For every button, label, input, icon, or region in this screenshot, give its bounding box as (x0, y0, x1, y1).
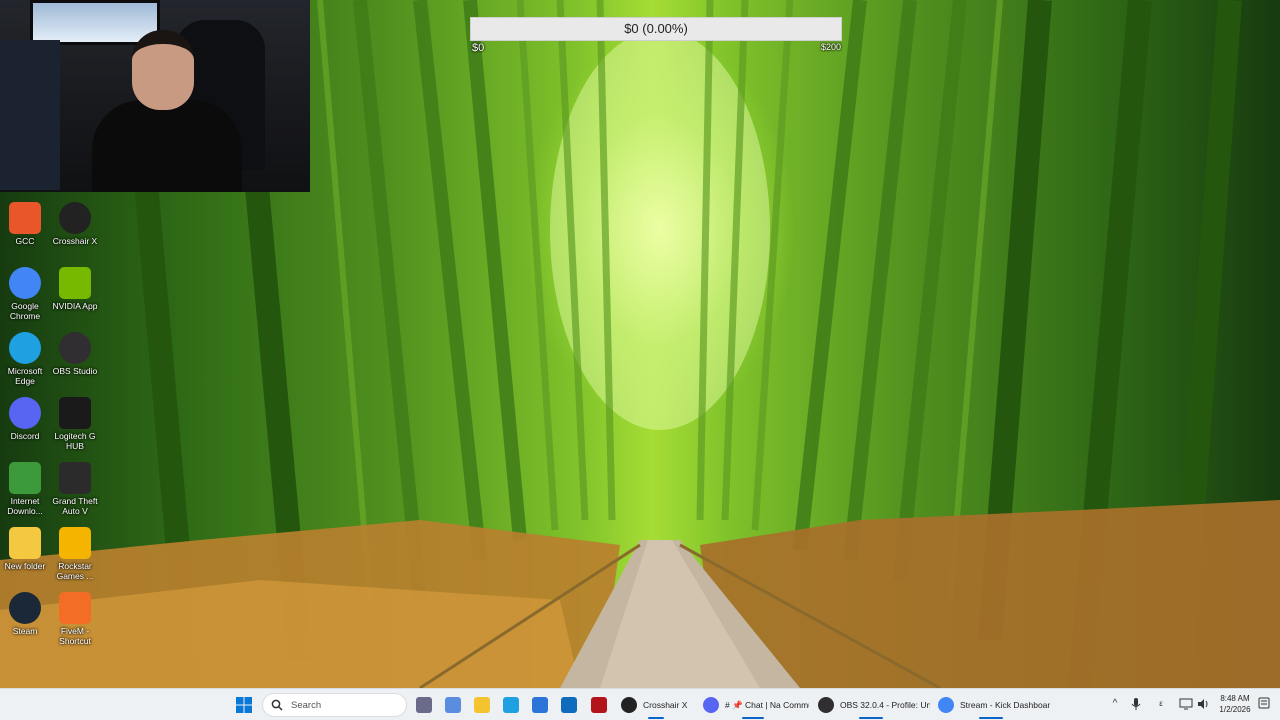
logitech-g-hub-icon (59, 397, 91, 429)
nvidia-app-icon (59, 267, 91, 299)
start-button[interactable] (236, 689, 252, 720)
show-hidden-icons-chevron-icon[interactable]: ^ (1108, 697, 1122, 711)
desktop-shortcut-label: GCC (15, 236, 35, 246)
taskbar-pinned-red-app[interactable] (591, 689, 607, 720)
folder-icon (9, 527, 41, 559)
desktop-shortcut-label: Grand Theft Auto V (52, 496, 98, 516)
cpu-app-icon (416, 697, 432, 713)
google-chrome-icon (9, 267, 41, 299)
taskbar-search-box[interactable]: Search (262, 693, 407, 717)
desktop-shortcut-obs-studio[interactable]: OBS Studio (50, 332, 100, 376)
search-icon (271, 699, 283, 711)
background-shelf (0, 40, 60, 190)
taskbar-pinned-file-explorer[interactable] (474, 689, 490, 720)
taskbar-app-label: Crosshair X (643, 700, 688, 710)
outlook-icon (561, 697, 577, 713)
file-explorer-icon (474, 697, 490, 713)
steam-icon (9, 592, 41, 624)
desktop-shortcut-nvidia-app[interactable]: NVIDIA App (50, 267, 100, 311)
microsoft-edge-icon (9, 332, 41, 364)
desktop-shortcut-fivem[interactable]: FiveM - Shortcut (50, 592, 100, 646)
taskbar-app-label: # 📌 Chat | Na Commu (725, 699, 809, 710)
desktop-shortcut-label: Logitech G HUB (54, 431, 96, 451)
volume-icon[interactable] (1196, 697, 1210, 711)
desktop-shortcut-grand-theft-auto-v[interactable]: Grand Theft Auto V (50, 462, 100, 516)
crosshair-x-icon (621, 697, 637, 713)
fivem-icon (59, 592, 91, 624)
donation-goal-text: $0 (0.00%) (624, 21, 688, 36)
taskbar-pinned-cpu-app[interactable] (416, 689, 432, 720)
desktop-shortcut-rockstar-games[interactable]: Rockstar Games ... (50, 527, 100, 581)
clock-date: 1/2/2026 (1219, 705, 1251, 714)
gcc-icon (9, 202, 41, 234)
streamer-body (92, 100, 242, 192)
search-placeholder: Search (291, 699, 322, 711)
desktop-shortcut-folder[interactable]: New folder (0, 527, 50, 571)
desktop-shortcut-gcc[interactable]: GCC (0, 202, 50, 246)
taskbar-app-label: OBS 32.0.4 - Profile: Unt (840, 700, 930, 710)
crosshair-x-icon (59, 202, 91, 234)
desktop-shortcut-discord[interactable]: Discord (0, 397, 50, 441)
windows-logo-icon (236, 697, 252, 713)
discord-icon (9, 397, 41, 429)
chrome-icon (938, 697, 954, 713)
microphone-icon[interactable] (1129, 697, 1143, 711)
input-language-icon[interactable]: ε (1154, 697, 1168, 711)
grand-theft-auto-v-icon (59, 462, 91, 494)
store-icon (532, 697, 548, 713)
taskbar-crosshair-x[interactable]: Crosshair X (615, 691, 697, 719)
obs-icon (818, 697, 834, 713)
desktop-shortcut-label: Crosshair X (52, 236, 98, 246)
taskbar-chrome[interactable]: Stream - Kick Dashboar (932, 691, 1050, 719)
desktop-shortcut-label: Rockstar Games ... (56, 561, 94, 581)
clock-time: 8:48 AM (1220, 694, 1250, 703)
streamer-head (132, 30, 194, 110)
desktop-shortcut-label: FiveM - Shortcut (59, 626, 91, 646)
desktop-shortcut-label: OBS Studio (52, 366, 98, 376)
desktop-shortcut-internet-download-manager[interactable]: Internet Downlo... (0, 462, 50, 516)
desktop-shortcut-label: Internet Downlo... (7, 496, 43, 516)
notifications-icon[interactable] (1257, 697, 1271, 711)
donation-goal-max: $200 (821, 42, 842, 52)
taskbar-pinned-outlook[interactable] (561, 689, 577, 720)
taskbar-pinned-store[interactable] (532, 689, 548, 720)
donation-goal-bar: $0 (0.00%) (470, 17, 842, 41)
desktop-shortcut-crosshair-x[interactable]: Crosshair X (50, 202, 100, 246)
taskbar-app-label: Stream - Kick Dashboar (960, 700, 1050, 710)
webcam-overlay (0, 0, 310, 192)
donation-goal-min: $0 (472, 42, 485, 54)
desktop-shortcut-label: Google Chrome (9, 301, 41, 321)
desktop-shortcut-logitech-g-hub[interactable]: Logitech G HUB (50, 397, 100, 451)
obs-studio-icon (59, 332, 91, 364)
desktop-shortcut-steam[interactable]: Steam (0, 592, 50, 636)
desktop-shortcut-label: Microsoft Edge (7, 366, 43, 386)
taskbar-pinned-edge-taskbar[interactable] (503, 689, 519, 720)
desktop-shortcut-microsoft-edge[interactable]: Microsoft Edge (0, 332, 50, 386)
red-app-icon (591, 697, 607, 713)
kick-chat-icon (703, 697, 719, 713)
desktop-shortcut-label: Discord (10, 431, 40, 441)
desktop-shortcut-label: NVIDIA App (52, 301, 98, 311)
desktop-shortcut-label: New folder (4, 561, 46, 571)
taskbar-clock[interactable]: 8:48 AM 1/2/2026 (1214, 693, 1256, 715)
desktop-shortcut-label: Steam (12, 626, 38, 636)
multicolor-app-icon (445, 697, 461, 713)
taskbar-obs[interactable]: OBS 32.0.4 - Profile: Unt (812, 691, 930, 719)
desktop-shortcut-google-chrome[interactable]: Google Chrome (0, 267, 50, 321)
taskbar-pinned-multicolor-app[interactable] (445, 689, 461, 720)
internet-download-manager-icon (9, 462, 41, 494)
edge-taskbar-icon (503, 697, 519, 713)
taskbar-kick-chat[interactable]: # 📌 Chat | Na Commu (697, 691, 809, 719)
rockstar-games-icon (59, 527, 91, 559)
network-icon[interactable] (1179, 697, 1193, 711)
taskbar: Search Crosshair X # 📌 Chat | Na Commu OBS… (0, 688, 1280, 720)
